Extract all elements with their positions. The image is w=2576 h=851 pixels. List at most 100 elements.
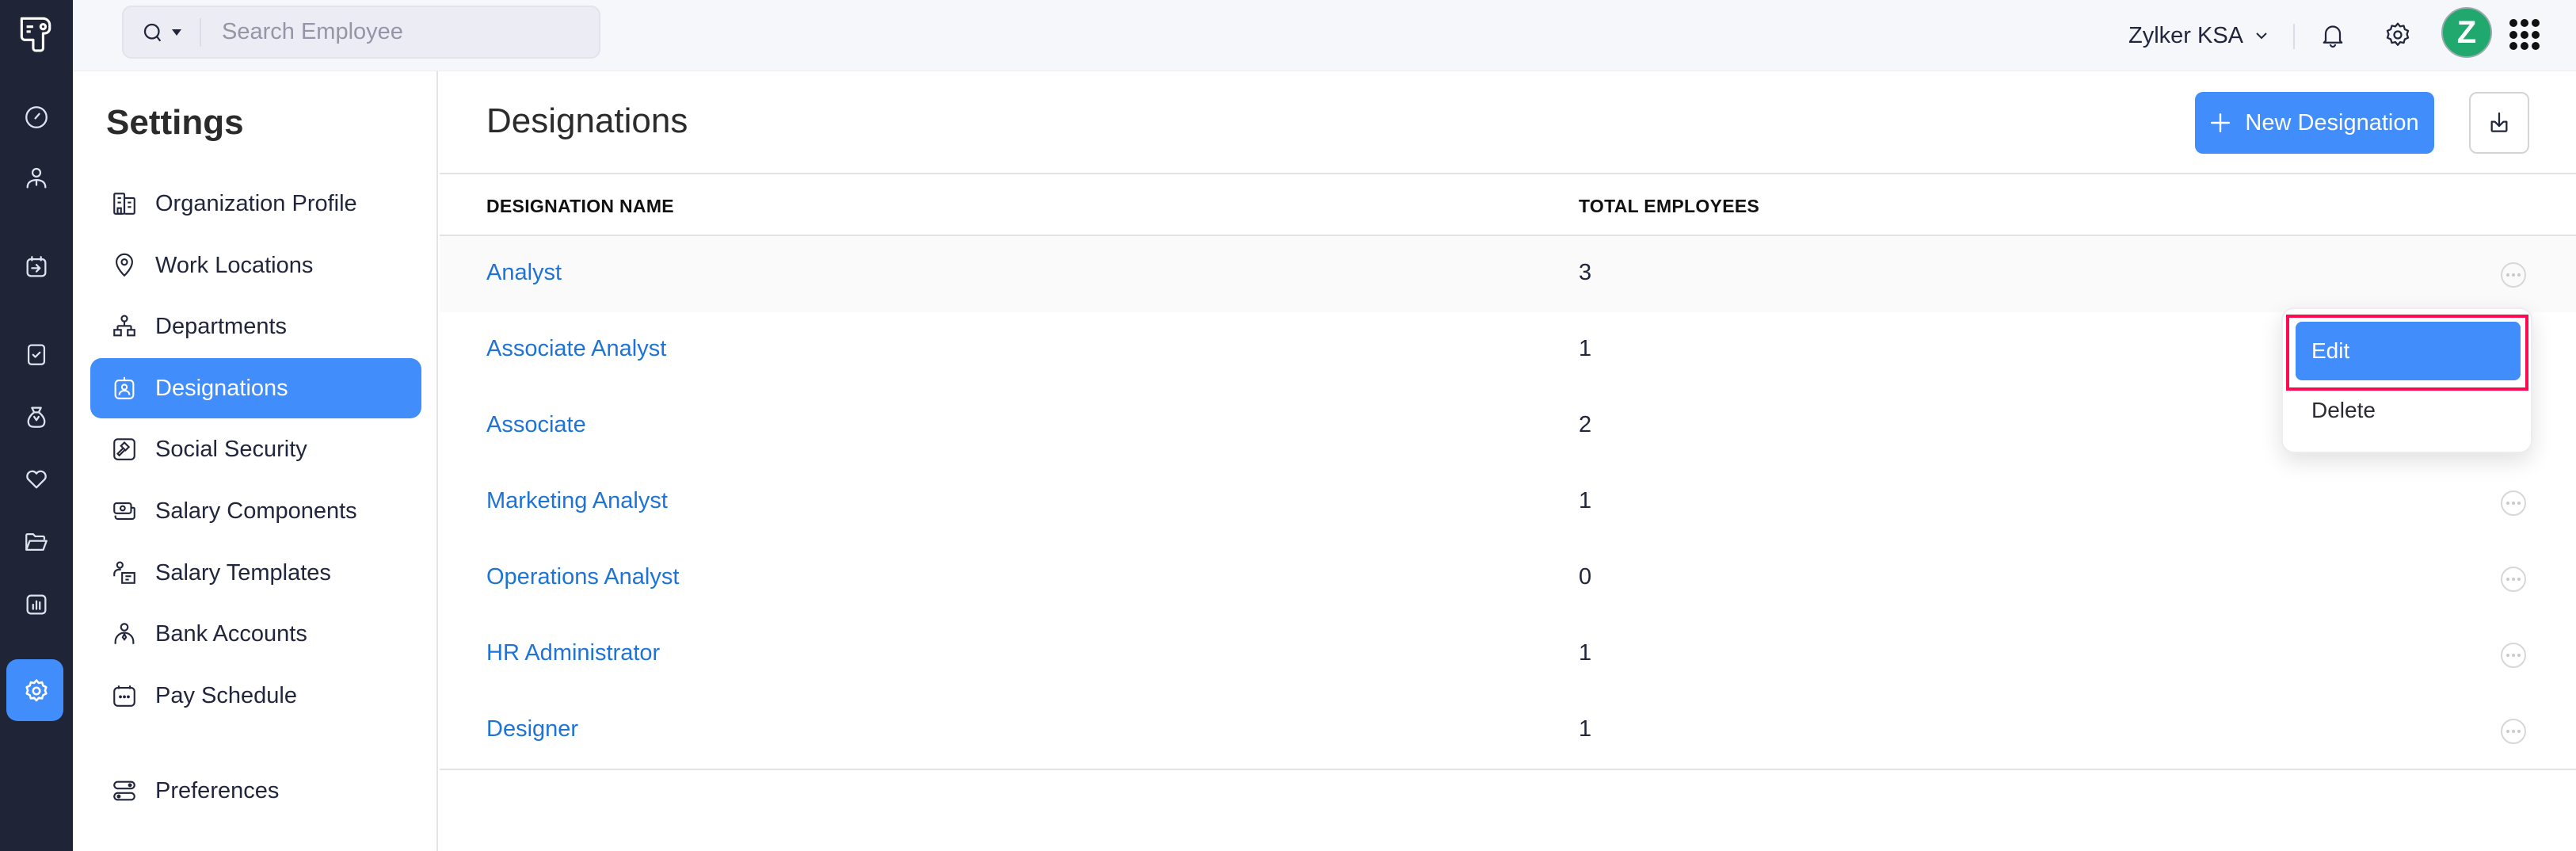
- ellipsis-icon: [2506, 502, 2509, 505]
- gear-icon: [25, 679, 48, 702]
- rail-documents[interactable]: [0, 517, 73, 567]
- sidebar-item-bank-accounts[interactable]: Bank Accounts: [90, 604, 421, 664]
- sidebar-item-departments[interactable]: Departments: [90, 296, 421, 357]
- row-actions-button[interactable]: [2501, 262, 2526, 288]
- plus-icon: [2211, 113, 2231, 133]
- sidebar-item-work-locations[interactable]: Work Locations: [90, 235, 421, 296]
- building-icon: [113, 193, 135, 215]
- user-avatar[interactable]: Z: [2441, 7, 2492, 58]
- employee-count: 1: [1579, 336, 1592, 361]
- apps-grid-icon[interactable]: [2509, 19, 2541, 51]
- main-content: Designations New Designation DESIGNATION…: [440, 71, 2576, 851]
- rail-dashboard[interactable]: [0, 92, 73, 143]
- employee-count: 1: [1579, 488, 1592, 513]
- employee-count: 3: [1579, 260, 1592, 285]
- person-card-icon: [113, 561, 135, 584]
- app-rail: [0, 0, 73, 851]
- money-bag-icon: [27, 406, 46, 428]
- organization-name: Zylker KSA: [2128, 22, 2244, 48]
- employee-count: 1: [1579, 640, 1592, 666]
- rail-settings[interactable]: [0, 659, 73, 721]
- sidebar-item-pay-schedule[interactable]: Pay Schedule: [90, 666, 421, 726]
- employee-count: 2: [1579, 412, 1592, 437]
- sidebar-item-designations[interactable]: Designations: [90, 358, 421, 418]
- search-input[interactable]: [201, 19, 581, 45]
- row-actions-button[interactable]: [2501, 567, 2526, 592]
- rail-employees[interactable]: [0, 153, 73, 204]
- table-header: DESIGNATION NAME TOTAL EMPLOYEES: [440, 174, 2576, 236]
- id-badge-icon: [114, 376, 135, 399]
- map-pin-icon: [116, 253, 133, 277]
- clipboard-check-icon: [27, 344, 46, 365]
- ellipsis-icon: [2506, 273, 2509, 277]
- org-chart-icon: [113, 315, 135, 337]
- table-row: Associate 2: [440, 388, 2576, 464]
- organization-switcher[interactable]: Zylker KSA: [2128, 17, 2269, 54]
- search-scope-dropdown[interactable]: [124, 17, 201, 47]
- designation-link[interactable]: HR Administrator: [486, 640, 660, 666]
- sidebar-item-label: Designations: [155, 375, 288, 401]
- search-icon: [143, 23, 161, 41]
- bar-chart-icon: [26, 594, 47, 615]
- calendar-dots-icon: [113, 685, 135, 707]
- cash-icon: [113, 502, 135, 520]
- topbar-divider: [2293, 24, 2295, 49]
- table-row: Analyst 3: [440, 236, 2576, 312]
- designation-link[interactable]: Associate Analyst: [486, 336, 666, 362]
- export-button[interactable]: [2469, 92, 2529, 154]
- table-row: Associate Analyst 1: [440, 312, 2576, 388]
- ellipsis-icon: [2506, 730, 2509, 733]
- gavel-icon: [113, 438, 135, 460]
- employee-count: 1: [1579, 716, 1592, 742]
- app-logo-icon[interactable]: [13, 11, 57, 55]
- table-row: Operations Analyst 0: [440, 540, 2576, 616]
- sidebar-item-label: Social Security: [155, 436, 307, 462]
- new-designation-button[interactable]: New Designation: [2195, 92, 2434, 154]
- edit-highlight-box: [2286, 315, 2528, 391]
- rail-pay-runs[interactable]: [0, 242, 73, 292]
- ellipsis-icon: [2506, 654, 2509, 657]
- chevron-down-icon: [2256, 32, 2267, 40]
- settings-sidebar: Settings Organization Profile Work Locat…: [73, 71, 438, 851]
- rail-approvals[interactable]: [0, 329, 73, 380]
- top-bar: Zylker KSA Z: [73, 0, 2576, 71]
- toggles-icon: [113, 780, 135, 801]
- sidebar-item-label: Salary Templates: [155, 559, 331, 586]
- new-designation-label: New Designation: [2245, 109, 2419, 135]
- sidebar-item-label: Preferences: [155, 777, 280, 803]
- person-icon: [26, 167, 47, 189]
- designation-link[interactable]: Analyst: [486, 260, 562, 286]
- search-box: [122, 6, 600, 59]
- page-title: Designations: [486, 101, 688, 140]
- row-actions-button[interactable]: [2501, 719, 2526, 744]
- table-bottom-border: [440, 769, 2576, 770]
- settings-button[interactable]: [2379, 16, 2417, 54]
- rail-benefits[interactable]: [0, 453, 73, 504]
- column-header-designation-name[interactable]: DESIGNATION NAME: [486, 196, 674, 217]
- sidebar-item-social-security[interactable]: Social Security: [90, 419, 421, 479]
- sidebar-item-label: Salary Components: [155, 498, 357, 524]
- sidebar-item-label: Work Locations: [155, 252, 314, 278]
- designation-link[interactable]: Marketing Analyst: [486, 488, 668, 514]
- designation-link[interactable]: Associate: [486, 412, 586, 438]
- sidebar-item-label: Organization Profile: [155, 190, 357, 216]
- sidebar-item-organization-profile[interactable]: Organization Profile: [90, 174, 421, 234]
- row-actions-menu: Edit Delete: [2281, 307, 2532, 453]
- table-row: HR Administrator 1: [440, 616, 2576, 693]
- notifications-button[interactable]: [2314, 16, 2352, 54]
- sidebar-item-preferences[interactable]: Preferences: [90, 761, 421, 821]
- designation-link[interactable]: Operations Analyst: [486, 564, 679, 590]
- sidebar-item-label: Bank Accounts: [155, 620, 307, 647]
- row-actions-button[interactable]: [2501, 643, 2526, 668]
- person-tie-icon: [114, 623, 135, 644]
- designation-link[interactable]: Designer: [486, 716, 578, 742]
- column-header-total-employees[interactable]: TOTAL EMPLOYEES: [1579, 196, 1759, 217]
- rail-loans[interactable]: [0, 391, 73, 442]
- row-actions-button[interactable]: [2501, 490, 2526, 516]
- bell-icon: [2323, 25, 2343, 48]
- calendar-arrow-icon: [26, 256, 47, 277]
- rail-reports[interactable]: [0, 579, 73, 630]
- gear-icon: [2386, 22, 2410, 46]
- sidebar-item-salary-components[interactable]: Salary Components: [90, 481, 421, 541]
- sidebar-item-salary-templates[interactable]: Salary Templates: [90, 543, 421, 603]
